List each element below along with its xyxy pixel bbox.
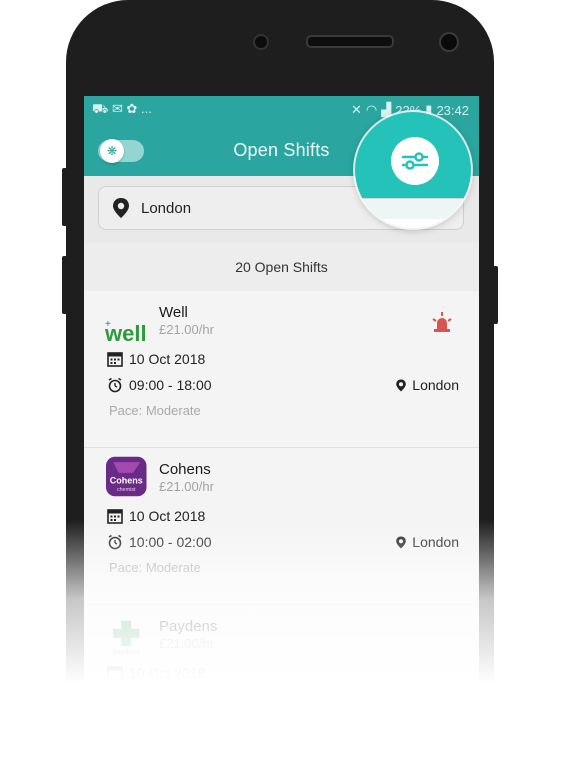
calendar-icon <box>107 666 123 681</box>
shift-card[interactable]: Cohens chemist Cohens £21.00/hr 10 Oct 2… <box>84 448 479 605</box>
location-pin-icon <box>396 379 407 391</box>
shift-date: 10 Oct 2018 <box>107 665 205 681</box>
shift-date: 10 Oct 2018 <box>107 508 205 524</box>
shift-date-text: 10 Oct 2018 <box>129 665 206 681</box>
svg-text:Cohens: Cohens <box>110 476 143 486</box>
alarm-light-icon <box>432 312 452 332</box>
shift-date-text: 10 Oct 2018 <box>129 351 206 367</box>
shift-time: 10:00 - 02:00 <box>107 534 212 550</box>
svg-text:+: + <box>105 319 111 330</box>
svg-text:well: well <box>105 321 147 346</box>
shift-card[interactable]: paydens Paydens £21.00/hr 10 Oct 2018 <box>84 605 479 762</box>
shift-pace: Pace: Moderate <box>109 560 201 575</box>
location-pin-icon <box>396 536 407 548</box>
shift-time-text: 09:00 - 18:00 <box>129 377 212 393</box>
shift-count: 20 Open Shifts <box>84 243 479 292</box>
alarm-clock-icon <box>108 377 122 393</box>
settings-sliders-icon <box>401 152 429 170</box>
shift-location-text: London <box>412 534 459 550</box>
hourly-rate: £21.00/hr <box>159 479 214 494</box>
status-left-icons: ⛟ ✉ ✿ ... <box>92 101 152 116</box>
hourly-rate: £21.00/hr <box>159 322 214 337</box>
paydens-logo: paydens <box>113 620 141 656</box>
shift-location-text: London <box>412 377 459 393</box>
hourly-rate: £21.00/hr <box>159 636 214 651</box>
filter-magnifier <box>355 112 471 228</box>
svg-text:chemist: chemist <box>117 487 136 493</box>
page-title: Open Shifts <box>233 139 330 160</box>
shift-location: London <box>395 377 459 393</box>
front-camera <box>439 32 459 52</box>
filter-button[interactable] <box>391 137 439 185</box>
pharmacy-name: Cohens <box>159 461 211 478</box>
shift-time: 09:00 - 18:00 <box>107 377 212 393</box>
shift-card[interactable]: well + Well £21.00/hr 10 Oct 2018 09:00 … <box>84 291 479 448</box>
front-sensor <box>253 34 269 50</box>
location-pin-icon <box>113 198 129 218</box>
shift-time-text: 10:00 - 02:00 <box>129 534 212 550</box>
alarm-clock-icon <box>108 534 122 550</box>
shift-date-text: 10 Oct 2018 <box>129 508 206 524</box>
magnified-search-bar <box>355 198 471 219</box>
pharmacy-name: Paydens <box>159 618 218 635</box>
search-value: London <box>141 199 192 217</box>
svg-text:paydens: paydens <box>113 647 141 656</box>
earpiece-speaker <box>306 35 394 48</box>
toggle-knob-icon: ❋ <box>100 139 124 163</box>
shift-date: 10 Oct 2018 <box>107 351 205 367</box>
well-logo: well + <box>105 319 147 346</box>
calendar-icon <box>107 352 123 367</box>
shift-location: London <box>395 534 459 550</box>
mode-toggle[interactable]: ❋ <box>98 139 144 163</box>
calendar-icon <box>107 509 123 524</box>
pharmacy-name: Well <box>159 304 188 321</box>
shift-pace: Pace: Moderate <box>109 403 201 418</box>
cohens-logo: Cohens chemist <box>106 456 147 497</box>
